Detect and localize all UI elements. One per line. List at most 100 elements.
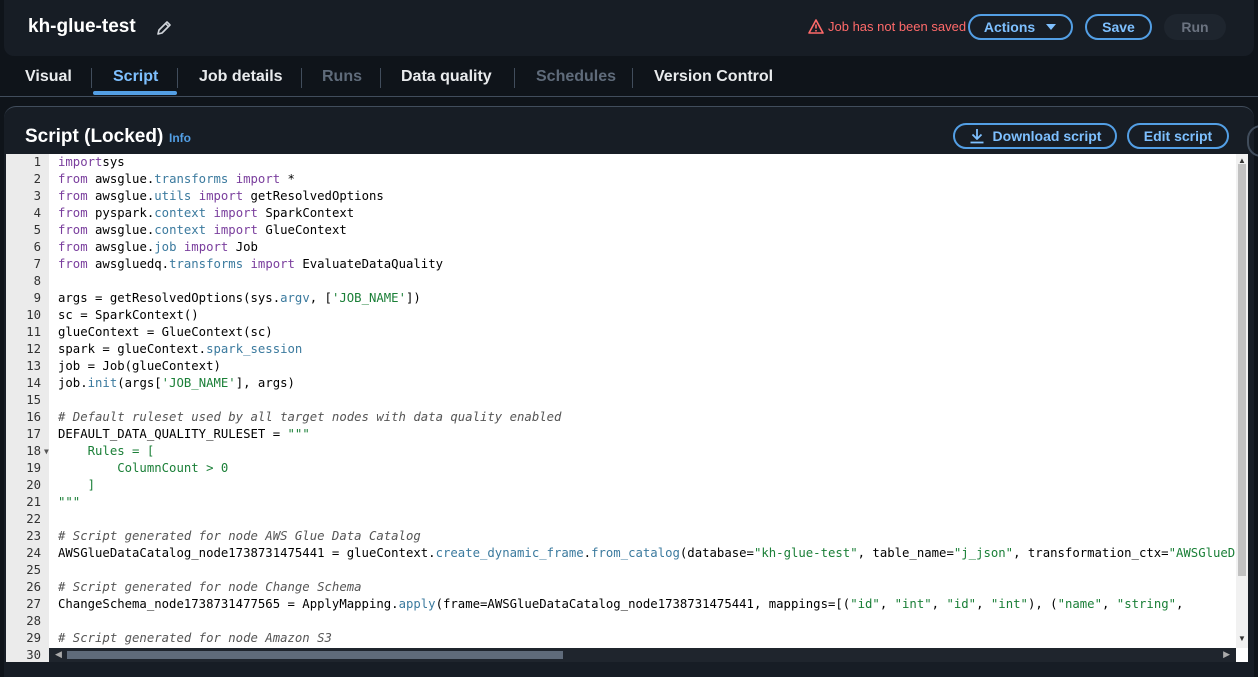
code-line: 4 from pyspark.context import SparkContex… bbox=[6, 205, 1236, 222]
line-number: 26 bbox=[26, 580, 41, 594]
edit-script-button[interactable]: Edit script bbox=[1127, 123, 1229, 149]
line-number: 21 bbox=[26, 495, 41, 509]
tab-script[interactable]: Script bbox=[113, 68, 158, 86]
code-text: DEFAULT_DATA_QUALITY_RULESET = """ bbox=[58, 427, 310, 441]
code-text: from pyspark.context import SparkContext bbox=[58, 206, 355, 220]
line-number: 19 bbox=[26, 461, 41, 475]
tab-divider bbox=[514, 68, 515, 88]
tab-version-control[interactable]: Version Control bbox=[654, 68, 773, 86]
caret-down-icon bbox=[1046, 24, 1057, 30]
code-text: job = Job(glueContext) bbox=[58, 359, 221, 373]
code-text: # Script generated for node AWS Glue Dat… bbox=[58, 529, 421, 543]
line-number: 4 bbox=[33, 206, 41, 220]
code-text: ChangeSchema_node1738731477565 = ApplyMa… bbox=[58, 597, 1191, 611]
actions-label: Actions bbox=[983, 19, 1036, 35]
warning-icon bbox=[808, 19, 824, 34]
code-line: 3 from awsglue.utils import getResolvedOp… bbox=[6, 188, 1236, 205]
tab-divider bbox=[632, 68, 633, 88]
line-number: 22 bbox=[26, 512, 41, 526]
line-number: 1 bbox=[33, 155, 41, 169]
tab-divider bbox=[91, 68, 92, 88]
tab-job-details[interactable]: Job details bbox=[199, 68, 283, 86]
horizontal-scrollbar[interactable]: ◀ ▶ bbox=[49, 648, 1236, 662]
active-tab-indicator bbox=[93, 91, 177, 95]
code-line: 17 DEFAULT_DATA_QUALITY_RULESET = """ bbox=[6, 426, 1236, 443]
tab-visual[interactable]: Visual bbox=[25, 68, 72, 86]
code-line: 15 bbox=[6, 392, 1236, 409]
code-line: 23 # Script generated for node AWS Glue D… bbox=[6, 528, 1236, 545]
horizontal-scroll-thumb[interactable] bbox=[67, 651, 563, 659]
info-link[interactable]: Info bbox=[169, 131, 191, 145]
code-line: 2 from awsglue.transforms import * bbox=[6, 171, 1236, 188]
tab-bar bbox=[0, 60, 1258, 97]
line-number: 28 bbox=[26, 614, 41, 628]
code-line: 8 bbox=[6, 273, 1236, 290]
fold-arrow-icon[interactable]: ▼ bbox=[44, 443, 49, 460]
line-number: 29 bbox=[26, 631, 41, 645]
line-number: 25 bbox=[26, 563, 41, 577]
line-number: 15 bbox=[26, 393, 41, 407]
code-text: from awsgluedq.transforms import Evaluat… bbox=[58, 257, 444, 271]
line-number: 12 bbox=[26, 342, 41, 356]
code-line: 1 importsys bbox=[6, 154, 1236, 171]
download-label: Download script bbox=[992, 128, 1102, 144]
code-text: AWSGlueDataCatalog_node1738731475441 = g… bbox=[58, 546, 1248, 560]
code-text: sc = SparkContext() bbox=[58, 308, 199, 322]
code-line: 5 from awsglue.context import GlueContext bbox=[6, 222, 1236, 239]
code-text: glueContext = GlueContext(sc) bbox=[58, 325, 273, 339]
code-text: job.init(args['JOB_NAME'], args) bbox=[58, 376, 295, 390]
code-text: # Script generated for node Change Schem… bbox=[58, 580, 362, 594]
scroll-left-icon[interactable]: ◀ bbox=[55, 649, 62, 660]
code-line: 18 ▼ Rules = [ bbox=[6, 443, 1236, 460]
code-text: Rules = [ bbox=[58, 444, 155, 458]
line-number: 9 bbox=[33, 291, 41, 305]
scroll-down-icon[interactable]: ▼ bbox=[1238, 634, 1246, 643]
code-line: 10 sc = SparkContext() bbox=[6, 307, 1236, 324]
code-line: 14 job.init(args['JOB_NAME'], args) bbox=[6, 375, 1236, 392]
code-line: 26 # Script generated for node Change Sch… bbox=[6, 579, 1236, 596]
line-number: 23 bbox=[26, 529, 41, 543]
tab-divider bbox=[301, 68, 302, 88]
code-line: 27 ChangeSchema_node1738731477565 = Apply… bbox=[6, 596, 1236, 613]
vertical-scroll-thumb[interactable] bbox=[1238, 164, 1246, 576]
line-number: 7 bbox=[33, 257, 41, 271]
code-text: from awsglue.job import Job bbox=[58, 240, 258, 254]
tab-data-quality[interactable]: Data quality bbox=[401, 68, 492, 86]
panel-title: Script (Locked) bbox=[25, 126, 164, 147]
save-button[interactable]: Save bbox=[1085, 14, 1152, 40]
code-line: 24 AWSGlueDataCatalog_node1738731475441 =… bbox=[6, 545, 1248, 562]
line-number: 10 bbox=[26, 308, 41, 322]
code-line: 11 glueContext = GlueContext(sc) bbox=[6, 324, 1236, 341]
download-script-button[interactable]: Download script bbox=[953, 123, 1117, 149]
line-number: 8 bbox=[33, 274, 41, 288]
code-line: 20 ] bbox=[6, 477, 1236, 494]
code-line: 25 bbox=[6, 562, 1236, 579]
code-line: 6 from awsglue.job import Job bbox=[6, 239, 1236, 256]
tab-runs[interactable]: Runs bbox=[322, 68, 362, 86]
code-text: from awsglue.transforms import * bbox=[58, 172, 295, 186]
line-number: 27 bbox=[26, 597, 41, 611]
code-text: # Default ruleset used by all target nod… bbox=[58, 410, 562, 424]
actions-button[interactable]: Actions bbox=[968, 14, 1073, 40]
line-number: 5 bbox=[33, 223, 41, 237]
code-line: 29 # Script generated for node Amazon S3 bbox=[6, 630, 1236, 647]
side-panel-toggle[interactable] bbox=[1247, 125, 1258, 157]
code-editor[interactable]: 1 importsys 2 from awsglue.transforms impor… bbox=[6, 154, 1248, 662]
code-text: ] bbox=[58, 478, 96, 492]
tab-divider bbox=[380, 68, 381, 88]
code-line: 19 ColumnCount > 0 bbox=[6, 460, 1236, 477]
pencil-icon[interactable] bbox=[156, 20, 172, 36]
run-button[interactable]: Run bbox=[1164, 14, 1226, 40]
line-number: 13 bbox=[26, 359, 41, 373]
code-line: 7 from awsgluedq.transforms import Evalua… bbox=[6, 256, 1236, 273]
vertical-scrollbar[interactable]: ▲ ▼ bbox=[1236, 154, 1248, 648]
code-text: from awsglue.utils import getResolvedOpt… bbox=[58, 189, 384, 203]
tab-schedules[interactable]: Schedules bbox=[536, 68, 616, 86]
scroll-right-icon[interactable]: ▶ bbox=[1223, 649, 1230, 660]
line-number: 30 bbox=[26, 648, 41, 662]
code-text: spark = glueContext.spark_session bbox=[58, 342, 303, 356]
line-number: 24 bbox=[26, 546, 41, 560]
line-number: 17 bbox=[26, 427, 41, 441]
code-text: importsys bbox=[58, 155, 125, 169]
line-number: 16 bbox=[26, 410, 41, 424]
